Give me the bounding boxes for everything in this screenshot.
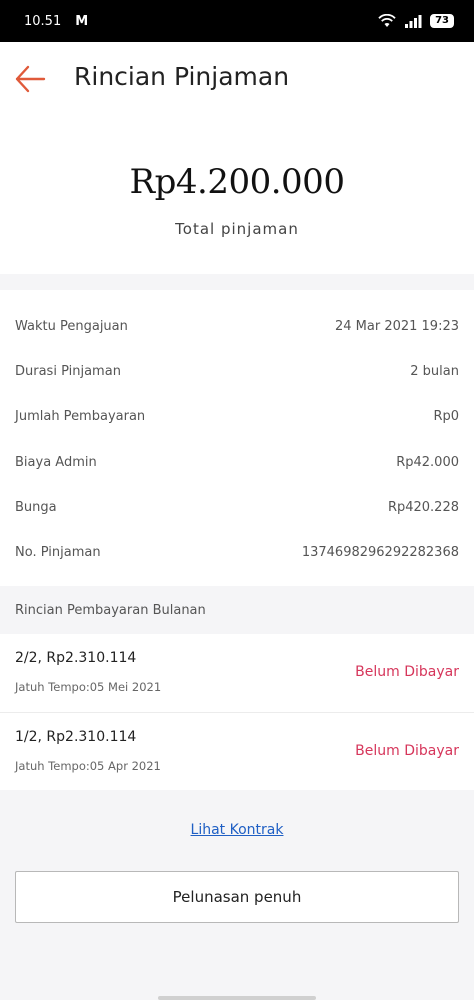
installment-due-date: Jatuh Tempo:05 Apr 2021 (15, 759, 161, 773)
detail-label: Biaya Admin (15, 454, 97, 470)
view-contract-link[interactable]: Lihat Kontrak (0, 822, 474, 838)
installment-title: 2/2, Rp2.310.114 (15, 650, 137, 666)
detail-value: Rp420.228 (387, 499, 459, 515)
loan-details: Waktu Pengajuan 24 Mar 2021 19:23 Durasi… (0, 290, 474, 586)
status-bar: 10.51 M 73 (0, 0, 474, 42)
home-indicator (158, 996, 316, 1000)
detail-label: Bunga (15, 499, 57, 515)
detail-label: Durasi Pinjaman (15, 363, 121, 379)
detail-value: 24 Mar 2021 19:23 (334, 318, 459, 334)
page-title: Rincian Pinjaman (74, 62, 290, 91)
monthly-payment-heading: Rincian Pembayaran Bulanan (0, 586, 474, 634)
total-loan-label: Total pinjaman (175, 220, 299, 238)
detail-row-loan-number: No. Pinjaman 1374698296292282368 (15, 537, 459, 567)
loan-summary: Rp4.200.000 Total pinjaman (0, 118, 474, 274)
detail-label: Waktu Pengajuan (15, 318, 128, 334)
installment-title: 1/2, Rp2.310.114 (15, 729, 137, 745)
detail-label: No. Pinjaman (15, 544, 101, 560)
signal-icon (405, 15, 422, 28)
status-time: 10.51 (24, 13, 62, 29)
back-button[interactable] (14, 64, 50, 96)
payment-item[interactable]: 2/2, Rp2.310.114 Jatuh Tempo:05 Mei 2021… (0, 634, 474, 712)
arrow-left-icon (15, 65, 46, 93)
detail-value: Rp42.000 (396, 454, 459, 470)
total-loan-amount: Rp4.200.000 (129, 162, 345, 202)
installment-due-date: Jatuh Tempo:05 Mei 2021 (15, 680, 162, 694)
gmail-icon: M (75, 13, 88, 29)
wifi-icon (378, 14, 396, 27)
battery-icon: 73 (430, 14, 454, 28)
detail-row-duration: Durasi Pinjaman 2 bulan (15, 356, 459, 386)
detail-label: Jumlah Pembayaran (15, 408, 146, 424)
detail-value: 1374698296292282368 (301, 544, 459, 560)
detail-row-admin-fee: Biaya Admin Rp42.000 (15, 447, 459, 477)
detail-row-submission-time: Waktu Pengajuan 24 Mar 2021 19:23 (15, 311, 459, 341)
installment-status: Belum Dibayar (355, 664, 459, 680)
detail-row-interest: Bunga Rp420.228 (15, 492, 459, 522)
section-title: Rincian Pembayaran Bulanan (15, 602, 206, 618)
payment-item[interactable]: 1/2, Rp2.310.114 Jatuh Tempo:05 Apr 2021… (0, 712, 474, 791)
detail-value: Rp0 (433, 408, 459, 424)
app-header: Rincian Pinjaman (0, 42, 474, 118)
full-payment-button[interactable]: Pelunasan penuh (15, 871, 459, 923)
installment-status: Belum Dibayar (355, 743, 459, 759)
detail-row-payment-amount: Jumlah Pembayaran Rp0 (15, 401, 459, 431)
monthly-payment-list: 2/2, Rp2.310.114 Jatuh Tempo:05 Mei 2021… (0, 634, 474, 790)
detail-value: 2 bulan (410, 363, 459, 379)
